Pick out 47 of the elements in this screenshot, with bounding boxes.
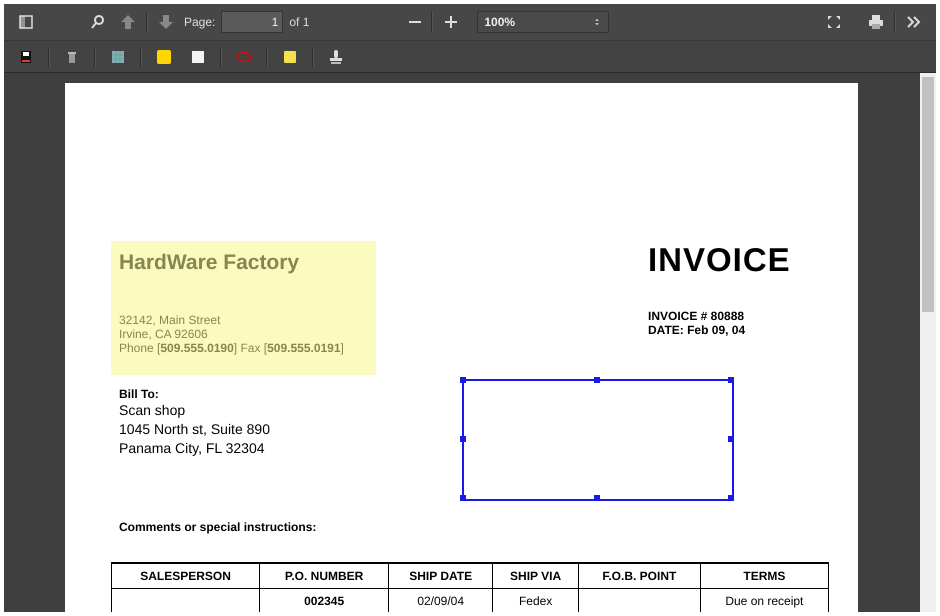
plus-icon [443,14,460,30]
bill-to-line: Scan shop [119,401,186,420]
grid-icon [110,48,126,64]
page-label: Page: [184,15,216,29]
column-header: P.O. NUMBER [260,563,389,588]
resize-handle[interactable] [728,436,734,442]
company-name: HardWare Factory [119,251,300,275]
column-header: SALESPERSON [112,563,260,588]
print-icon [868,14,884,30]
resize-handle[interactable] [728,377,734,383]
stamp-icon [328,48,344,64]
resize-handle[interactable] [460,377,466,383]
invoice-date: DATE: Feb 09, 04 [648,323,746,337]
bill-to-label: Bill To: [119,387,160,401]
square-icon [190,48,206,64]
double-chevron-icon [906,14,922,30]
company-address-line: 32142, Main Street [119,313,222,327]
highlighter-square-icon [156,48,172,64]
page-number-field[interactable]: 1 [221,11,284,33]
column-header: TERMS [700,563,828,588]
column-header: F.O.B. POINT [578,563,700,588]
column-header: SHIP VIA [492,563,578,588]
page-total: of 1 [289,15,310,29]
sticky-note-icon [282,48,298,64]
resize-handle[interactable] [728,495,734,501]
resize-handle[interactable] [460,495,466,501]
selection-rectangle[interactable] [462,379,734,501]
arrow-up-icon [120,14,136,30]
expand-icon [826,14,842,30]
scrollbar-thumb[interactable] [922,77,934,312]
invoice-number: INVOICE # 80888 [648,309,746,323]
resize-handle[interactable] [460,436,466,442]
column-header: SHIP DATE [388,563,493,588]
company-address-line: Phone [509.555.0190] Fax [509.555.0191] [119,341,345,355]
sidebar-icon [18,14,34,30]
comments-label: Comments or special instructions: [119,520,318,534]
bill-to-line: Panama City, FL 32304 [119,439,266,458]
search-icon [90,14,106,30]
scrollbar[interactable] [920,73,936,612]
resize-handle[interactable] [594,495,600,501]
minus-icon [409,21,422,23]
invoice-title: INVOICE [648,241,791,279]
resize-handle[interactable] [594,377,600,383]
bill-to-line: 1045 North st, Suite 890 [119,420,271,439]
arrow-down-icon [158,14,174,30]
company-address-line: Irvine, CA 92606 [119,327,209,341]
zoom-select[interactable]: 100% [477,11,610,33]
